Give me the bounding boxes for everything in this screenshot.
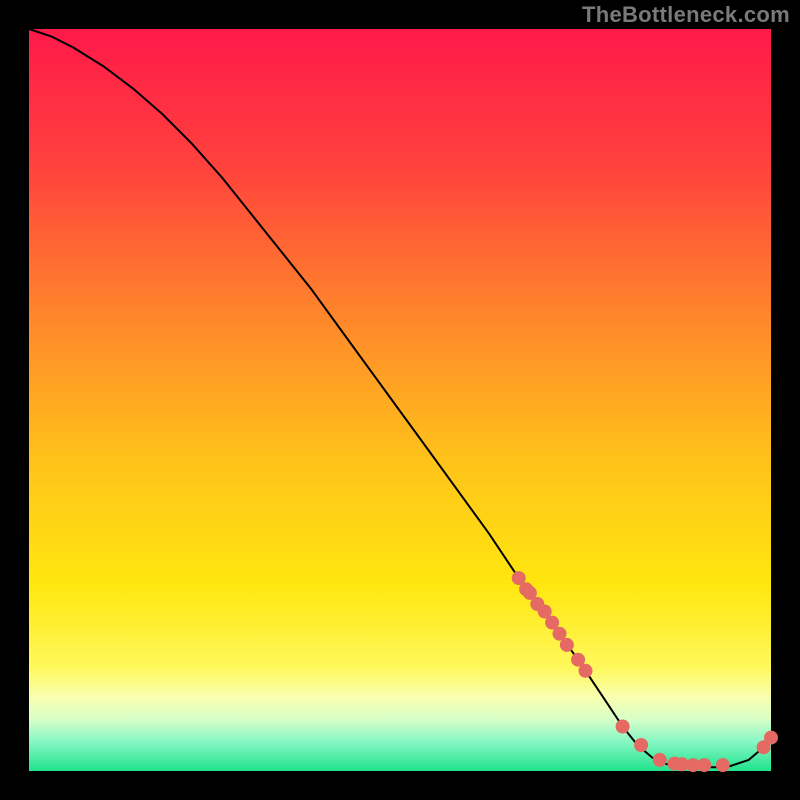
chart-stage: TheBottleneck.com <box>0 0 800 800</box>
highlight-dot <box>616 720 630 734</box>
highlight-dot <box>634 738 648 752</box>
highlight-dot <box>579 664 593 678</box>
watermark-text: TheBottleneck.com <box>582 2 790 28</box>
highlight-dot <box>764 731 778 745</box>
bottleneck-chart <box>0 0 800 800</box>
highlight-dot <box>716 758 730 772</box>
chart-plot-area <box>29 29 771 771</box>
highlight-dot <box>697 758 711 772</box>
highlight-dot <box>560 638 574 652</box>
highlight-dot <box>653 753 667 767</box>
